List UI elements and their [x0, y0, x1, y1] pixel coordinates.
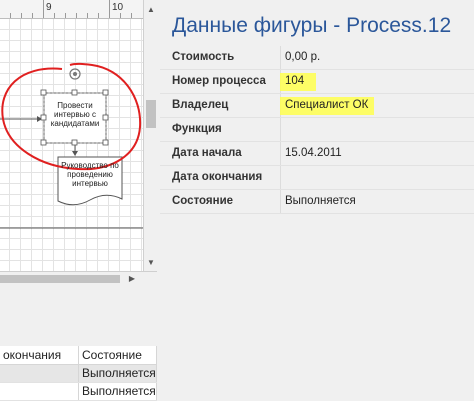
property-label: Дата начала	[172, 147, 242, 159]
scroll-thumb[interactable]	[146, 100, 156, 128]
drawing-pane: 9 10 Провести интервью с кандидатами Рук…	[0, 0, 158, 401]
ruler-label-9: 9	[46, 2, 52, 13]
grid-cell[interactable]	[0, 383, 79, 400]
scroll-down-icon[interactable]: ▼	[144, 255, 158, 271]
shape-data-row-cost[interactable]: Стоимость 0,00 р.	[160, 46, 474, 70]
scroll-right-icon[interactable]: ▶	[125, 272, 139, 286]
shape-data-panel: Данные фигуры - Process.12 Стоимость 0,0…	[160, 0, 474, 400]
table-row[interactable]: Выполняется	[0, 383, 157, 401]
property-label: Номер процесса	[172, 75, 266, 87]
grid-header-status[interactable]: Состояние	[79, 346, 157, 364]
rotation-handle-icon[interactable]	[69, 68, 81, 80]
property-value[interactable]: 15.04.2011	[285, 142, 342, 165]
property-value[interactable]: 104	[285, 70, 304, 93]
horizontal-scrollbar[interactable]: ▶	[0, 271, 157, 286]
property-label: Функция	[172, 123, 222, 135]
resize-handle	[71, 139, 78, 146]
data-grid: окончания Состояние Выполняется Выполняе…	[0, 346, 157, 401]
table-row[interactable]: Выполняется	[0, 365, 157, 383]
document-shape-text: Руководство по проведению интервью	[61, 161, 119, 188]
property-label: Состояние	[172, 195, 234, 207]
resize-handle	[40, 114, 47, 121]
scroll-thumb[interactable]	[0, 275, 120, 283]
vertical-scrollbar[interactable]: ▲ ▼	[143, 0, 158, 271]
property-label: Стоимость	[172, 51, 235, 63]
resize-handle	[40, 139, 47, 146]
process-shape-text: Провести интервью с кандидатами	[50, 101, 100, 128]
property-value[interactable]: 0,00 р.	[285, 46, 320, 69]
shape-data-table: Стоимость 0,00 р. Номер процесса 104 Вла…	[160, 46, 474, 214]
drawing-canvas[interactable]: Провести интервью с кандидатами Руководс…	[0, 19, 143, 271]
property-value[interactable]: Выполняется	[285, 190, 356, 213]
grid-header-end-date[interactable]: окончания	[0, 346, 79, 364]
scroll-up-icon[interactable]: ▲	[144, 2, 158, 18]
shape-data-row-start-date[interactable]: Дата начала 15.04.2011	[160, 142, 474, 166]
shape-data-row-status[interactable]: Состояние Выполняется	[160, 190, 474, 214]
grid-cell[interactable]: Выполняется	[79, 383, 157, 400]
ruler-label-10: 10	[112, 2, 124, 13]
shape-data-row-function[interactable]: Функция	[160, 118, 474, 142]
grid-cell[interactable]: Выполняется	[79, 365, 157, 382]
resize-handle	[102, 139, 109, 146]
pane-gap	[0, 286, 157, 346]
panel-title: Данные фигуры - Process.12	[172, 14, 452, 37]
horizontal-ruler: 9 10	[0, 0, 143, 19]
property-label: Дата окончания	[172, 171, 263, 183]
shape-data-row-end-date[interactable]: Дата окончания	[160, 166, 474, 190]
property-label: Владелец	[172, 99, 229, 111]
shape-data-row-owner[interactable]: Владелец Специалист ОК	[160, 94, 474, 118]
connector-arrowhead	[72, 151, 78, 156]
property-value[interactable]: Специалист ОК	[285, 94, 368, 117]
resize-handle	[102, 89, 109, 96]
resize-handle	[40, 89, 47, 96]
resize-handle	[71, 89, 78, 96]
diagram-svg	[0, 62, 143, 229]
grid-header: окончания Состояние	[0, 346, 157, 365]
resize-handle	[102, 114, 109, 121]
grid-cell[interactable]	[0, 365, 79, 382]
shape-data-row-process-number[interactable]: Номер процесса 104	[160, 70, 474, 94]
